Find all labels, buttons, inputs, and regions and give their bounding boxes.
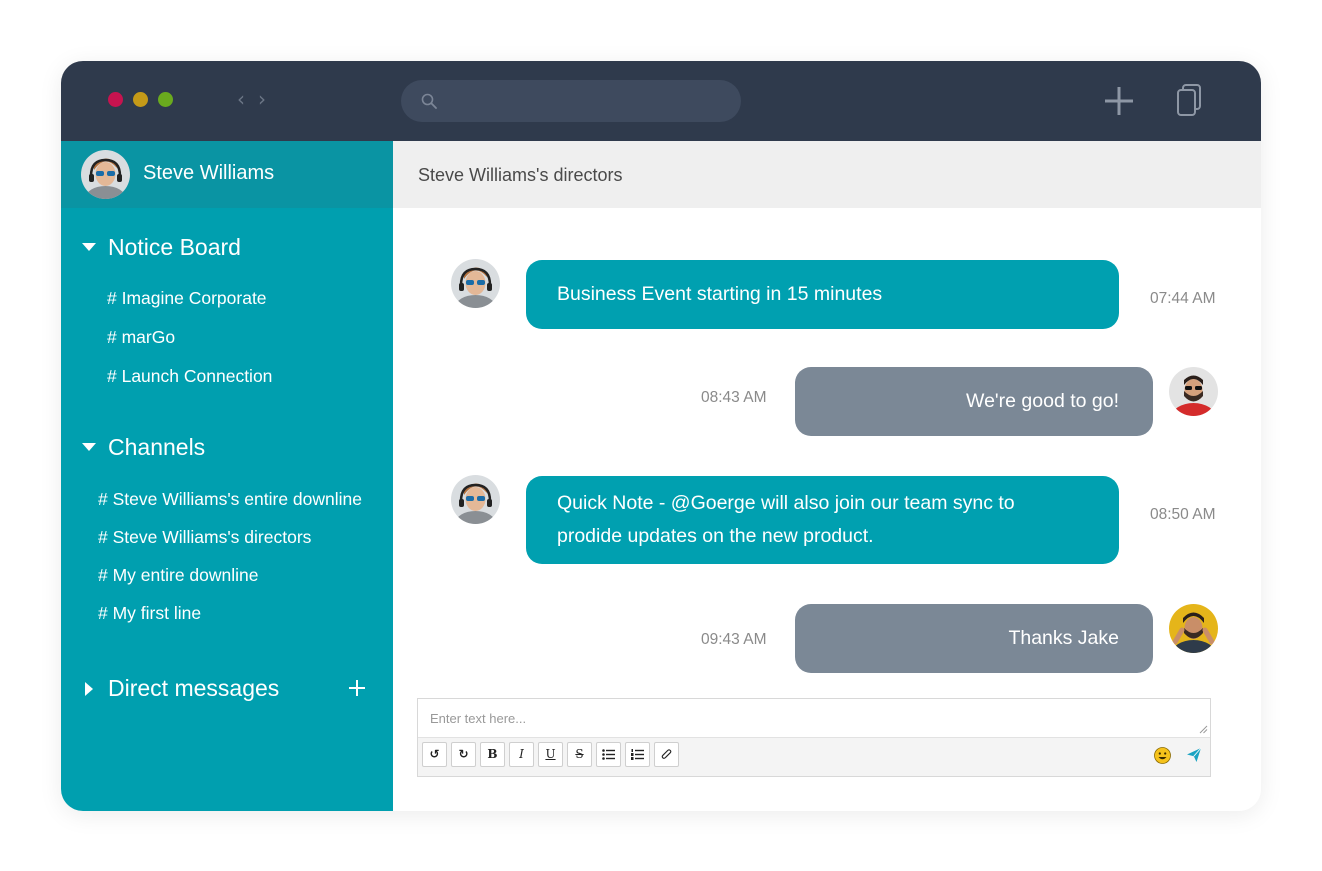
notice-board-title[interactable]: Notice Board [108, 234, 241, 261]
paperclip-icon [661, 749, 671, 759]
close-window-dot[interactable] [108, 92, 123, 107]
message-text: Business Event starting in 15 minutes [557, 283, 883, 305]
caret-down-icon[interactable] [81, 241, 97, 253]
message-bubble[interactable]: Business Event starting in 15 minutes [526, 260, 1119, 329]
search-icon [421, 93, 437, 109]
sidebar-item-margo[interactable]: # marGo [107, 327, 175, 348]
strikethrough-button[interactable]: S [567, 742, 592, 767]
avatar[interactable] [1169, 367, 1218, 416]
message-text: Quick Note - @Goerge will also join our … [557, 492, 1015, 547]
chevron-left-icon[interactable]: ‹ [237, 89, 245, 109]
plus-icon[interactable] [1103, 85, 1135, 117]
send-icon[interactable] [1186, 747, 1202, 763]
underline-button[interactable]: U [538, 742, 563, 767]
add-direct-message-icon[interactable] [347, 678, 367, 698]
message-bubble[interactable]: Thanks Jake [795, 604, 1153, 673]
message-time: 09:43 AM [701, 631, 767, 648]
app-window: ‹ › Steve Williams Notice Board # Imagin… [61, 61, 1261, 811]
avatar[interactable] [451, 475, 500, 524]
sidebar: Steve Williams Notice Board # Imagine Co… [61, 141, 393, 811]
sidebar-item-my-entire-downline[interactable]: # My entire downline [98, 565, 259, 586]
maximize-window-dot[interactable] [158, 92, 173, 107]
message-time: 07:44 AM [1150, 290, 1216, 307]
italic-button[interactable]: I [509, 742, 534, 767]
bold-button[interactable]: B [480, 742, 505, 767]
chat-header: Steve Williams's directors [393, 141, 1261, 208]
numbered-list-icon [631, 749, 644, 760]
channels-title[interactable]: Channels [108, 434, 205, 461]
chat-panel: Steve Williams's directors Business Even… [393, 141, 1261, 811]
undo-button[interactable]: ↺ [422, 742, 447, 767]
chevron-right-icon[interactable]: › [258, 89, 266, 109]
message-composer: ↺ ↻ B I U S [417, 698, 1211, 777]
attach-button[interactable] [654, 742, 679, 767]
sidebar-item-imagine-corporate[interactable]: # Imagine Corporate [107, 288, 267, 309]
message-bubble[interactable]: We're good to go! [795, 367, 1153, 436]
user-header[interactable]: Steve Williams [61, 141, 393, 208]
bullet-list-icon [602, 749, 615, 760]
minimize-window-dot[interactable] [133, 92, 148, 107]
avatar[interactable] [1169, 604, 1218, 653]
title-bar: ‹ › [61, 61, 1261, 141]
sidebar-item-my-first-line[interactable]: # My first line [98, 603, 201, 624]
emoji-icon[interactable] [1154, 747, 1171, 764]
resize-grip-icon[interactable] [1199, 725, 1208, 734]
avatar[interactable] [81, 150, 130, 199]
sidebar-item-entire-downline[interactable]: # Steve Williams's entire downline [98, 489, 362, 510]
search-bar[interactable] [401, 80, 741, 122]
caret-right-icon[interactable] [83, 681, 95, 697]
message-bubble[interactable]: Quick Note - @Goerge will also join our … [526, 476, 1119, 564]
user-name: Steve Williams [143, 162, 275, 184]
copy-icon[interactable] [1176, 83, 1202, 117]
redo-button[interactable]: ↻ [451, 742, 476, 767]
message-time: 08:50 AM [1150, 506, 1216, 523]
message-text: Thanks Jake [1008, 627, 1119, 649]
channel-title: Steve Williams's directors [418, 165, 623, 185]
sidebar-item-directors[interactable]: # Steve Williams's directors [98, 527, 311, 548]
message-text: We're good to go! [966, 390, 1119, 412]
formatting-toolbar: ↺ ↻ B I U S [418, 737, 1210, 776]
sidebar-item-launch-connection[interactable]: # Launch Connection [107, 366, 272, 387]
message-input[interactable] [418, 699, 1210, 737]
avatar[interactable] [451, 259, 500, 308]
caret-down-icon[interactable] [81, 441, 97, 453]
direct-messages-title[interactable]: Direct messages [108, 675, 279, 702]
numbered-list-button[interactable] [625, 742, 650, 767]
message-time: 08:43 AM [701, 389, 767, 406]
bullet-list-button[interactable] [596, 742, 621, 767]
